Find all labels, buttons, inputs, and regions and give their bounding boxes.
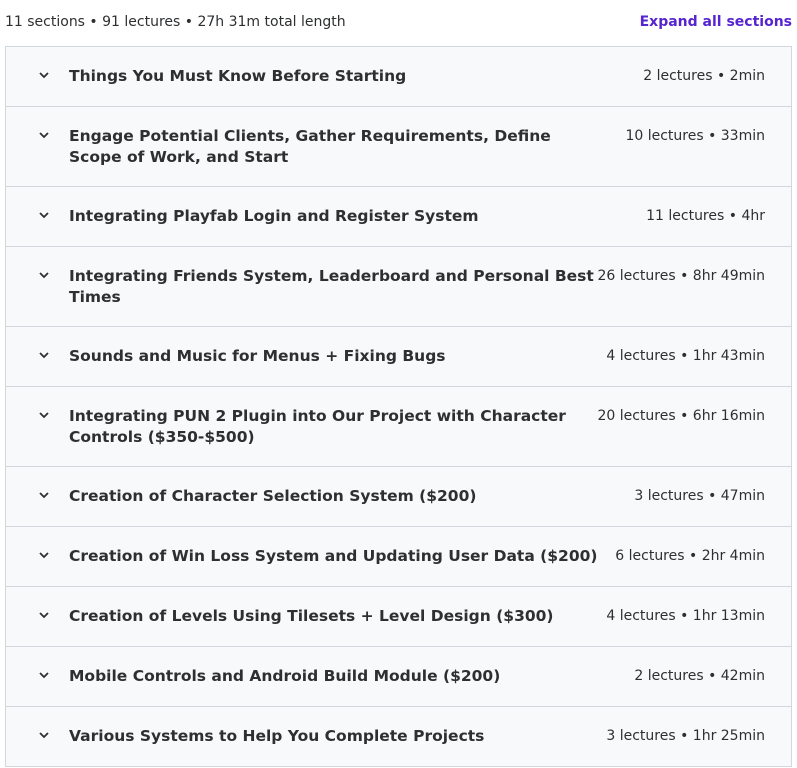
- section-title: Creation of Win Loss System and Updating…: [69, 547, 598, 565]
- section-panel[interactable]: Creation of Win Loss System and Updating…: [6, 527, 791, 587]
- section-panel[interactable]: Creation of Character Selection System (…: [6, 467, 791, 527]
- section-panel[interactable]: Engage Potential Clients, Gather Require…: [6, 107, 791, 187]
- chevron-down-icon[interactable]: [38, 609, 50, 621]
- chevron-down-icon[interactable]: [38, 729, 50, 741]
- curriculum-header: 11 sections • 91 lectures • 27h 31m tota…: [0, 0, 797, 46]
- section-meta: 10 lectures • 33min: [625, 128, 765, 144]
- section-meta: 26 lectures • 8hr 49min: [597, 268, 765, 284]
- section-panel[interactable]: Sounds and Music for Menus + Fixing Bugs…: [6, 327, 791, 387]
- chevron-down-icon[interactable]: [38, 69, 50, 81]
- chevron-down-icon[interactable]: [38, 349, 50, 361]
- section-title: Creation of Levels Using Tilesets + Leve…: [69, 607, 554, 625]
- section-meta: 4 lectures • 1hr 13min: [606, 608, 765, 624]
- section-title: Engage Potential Clients, Gather Require…: [69, 127, 551, 166]
- section-title: Creation of Character Selection System (…: [69, 487, 477, 505]
- section-title: Various Systems to Help You Complete Pro…: [69, 727, 485, 745]
- section-panel[interactable]: Creation of Levels Using Tilesets + Leve…: [6, 587, 791, 647]
- chevron-down-icon[interactable]: [38, 129, 50, 141]
- section-panel[interactable]: Integrating PUN 2 Plugin into Our Projec…: [6, 387, 791, 467]
- section-meta: 6 lectures • 2hr 4min: [615, 548, 765, 564]
- course-summary: 11 sections • 91 lectures • 27h 31m tota…: [5, 14, 346, 30]
- expand-all-sections-button[interactable]: Expand all sections: [640, 14, 792, 30]
- chevron-down-icon[interactable]: [38, 269, 50, 281]
- section-meta: 3 lectures • 47min: [634, 488, 765, 504]
- section-title: Integrating Playfab Login and Register S…: [69, 207, 479, 225]
- chevron-down-icon[interactable]: [38, 489, 50, 501]
- section-title: Mobile Controls and Android Build Module…: [69, 667, 501, 685]
- section-panel[interactable]: Integrating Friends System, Leaderboard …: [6, 247, 791, 327]
- section-title: Things You Must Know Before Starting: [69, 67, 407, 85]
- section-panel[interactable]: Mobile Controls and Android Build Module…: [6, 647, 791, 707]
- section-panel[interactable]: Various Systems to Help You Complete Pro…: [6, 707, 791, 767]
- section-panel[interactable]: Things You Must Know Before Starting 2 l…: [6, 47, 791, 107]
- section-panel[interactable]: Integrating Playfab Login and Register S…: [6, 187, 791, 247]
- section-meta: 2 lectures • 42min: [634, 668, 765, 684]
- section-title: Sounds and Music for Menus + Fixing Bugs: [69, 347, 446, 365]
- section-title: Integrating Friends System, Leaderboard …: [69, 267, 594, 306]
- section-meta: 4 lectures • 1hr 43min: [606, 348, 765, 364]
- section-title: Integrating PUN 2 Plugin into Our Projec…: [69, 407, 566, 446]
- section-meta: 2 lectures • 2min: [643, 68, 765, 84]
- section-meta: 3 lectures • 1hr 25min: [606, 728, 765, 744]
- section-meta: 20 lectures • 6hr 16min: [597, 408, 765, 424]
- chevron-down-icon[interactable]: [38, 209, 50, 221]
- chevron-down-icon[interactable]: [38, 549, 50, 561]
- chevron-down-icon[interactable]: [38, 669, 50, 681]
- chevron-down-icon[interactable]: [38, 409, 50, 421]
- sections-list: Things You Must Know Before Starting 2 l…: [5, 46, 792, 767]
- section-meta: 11 lectures • 4hr: [646, 208, 765, 224]
